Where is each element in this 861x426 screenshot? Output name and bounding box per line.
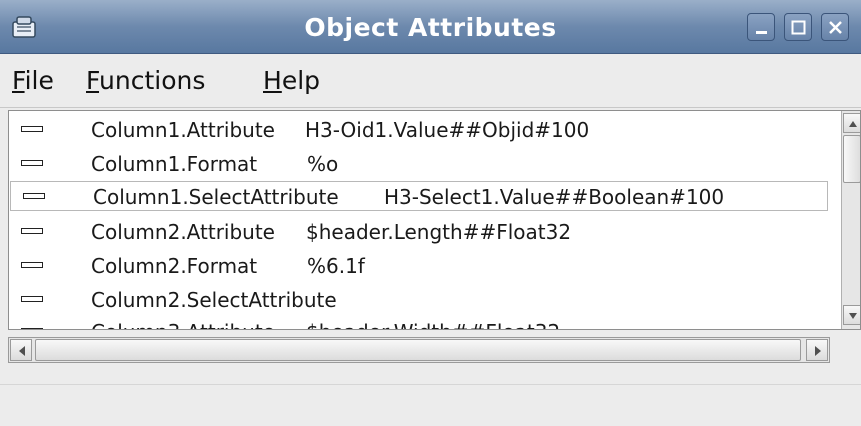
horizontal-scroll-thumb[interactable] [35,339,801,361]
attribute-name: Column1.Attribute [91,118,275,142]
scroll-down-button[interactable] [843,305,860,325]
menu-file[interactable]: File [12,66,54,95]
list-item[interactable]: Column3.Attribute $header.Width##Float32 [9,317,829,329]
vertical-scroll-thumb[interactable] [843,135,860,183]
scroll-left-button[interactable] [10,339,32,361]
close-icon [829,21,842,34]
window-title: Object Attributes [304,13,557,42]
list-item[interactable]: Column2.Attribute $header.Length##Float3… [9,217,829,247]
attribute-icon [21,126,43,132]
attribute-name: Column3.Attribute [91,320,275,329]
list-item[interactable]: Column2.Format %6.1f [9,251,829,281]
scroll-up-button[interactable] [843,113,860,133]
menu-bar: File Functions Help [0,55,861,108]
list-item[interactable]: Column2.SelectAttribute [9,285,829,315]
list-item[interactable]: Column1.Format %o [9,149,829,179]
attribute-icon [21,262,43,268]
arrow-right-icon [815,346,821,356]
menu-help[interactable]: Help [263,66,320,95]
attribute-icon [21,296,43,302]
attribute-icon [21,228,43,234]
maximize-button[interactable] [784,13,812,41]
attribute-value: $header.Length##Float32 [306,220,572,244]
list-item[interactable]: Column1.Attribute H3-Oid1.Value##Objid#1… [9,115,829,145]
attribute-name: Column2.Attribute [91,220,275,244]
attribute-icon [23,193,45,199]
attribute-value: $header.Width##Float32 [306,320,560,329]
attribute-name: Column1.SelectAttribute [93,185,339,209]
status-area [0,384,861,426]
attribute-list[interactable]: Column1.Attribute H3-Oid1.Value##Objid#1… [8,110,861,330]
list-item-selected[interactable]: Column1.SelectAttribute H3-Select1.Value… [10,181,828,211]
arrow-left-icon [19,346,25,356]
scroll-right-button[interactable] [806,339,828,361]
close-button[interactable] [821,13,849,41]
attribute-icon [21,160,43,166]
horizontal-scrollbar[interactable] [8,337,830,363]
arrow-down-icon [849,313,857,319]
attribute-value: H3-Oid1.Value##Objid#100 [305,118,590,142]
menu-functions[interactable]: Functions [86,66,205,95]
title-bar[interactable]: Object Attributes [0,0,861,54]
attribute-value: %o [307,152,339,176]
pane-resize-grip[interactable] [411,375,471,390]
minimize-button[interactable] [747,13,775,41]
minimize-icon [756,31,767,34]
attribute-name: Column1.Format [91,152,258,176]
attribute-value: H3-Select1.Value##Boolean#100 [384,185,725,209]
attribute-icon [21,328,43,329]
maximize-icon [791,20,806,35]
arrow-up-icon [849,121,857,127]
attribute-value: %6.1f [307,254,365,278]
vertical-scrollbar[interactable] [841,111,860,329]
attribute-name: Column2.SelectAttribute [91,288,337,312]
attribute-name: Column2.Format [91,254,258,278]
